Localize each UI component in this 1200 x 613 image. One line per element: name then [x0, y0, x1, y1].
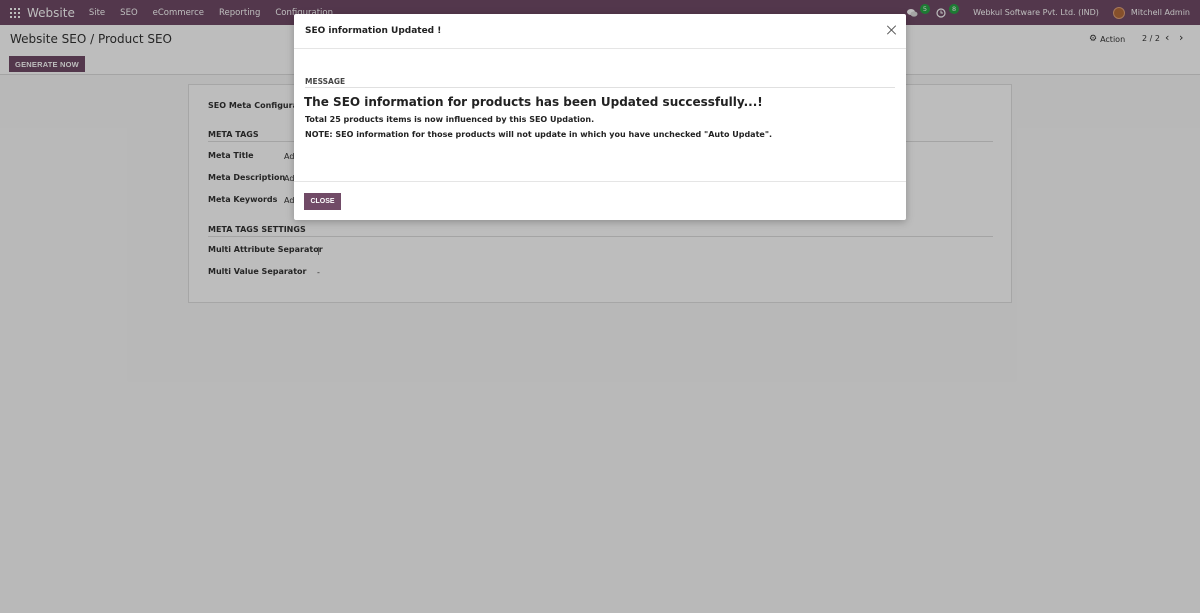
close-button[interactable]: CLOSE [304, 193, 341, 210]
modal-footer: CLOSE [294, 181, 906, 220]
message-note: NOTE: SEO information for those products… [305, 130, 773, 139]
message-headline: The SEO information for products has bee… [304, 95, 763, 109]
close-icon[interactable] [886, 24, 898, 36]
modal-title: SEO information Updated ! [305, 26, 442, 36]
modal-header: SEO information Updated ! [294, 14, 906, 49]
divider [305, 87, 895, 88]
message-products-count: Total 25 products items is now influence… [305, 115, 595, 124]
seo-updated-dialog: SEO information Updated ! MESSAGE The SE… [294, 14, 906, 220]
message-field-label: MESSAGE [305, 77, 346, 86]
